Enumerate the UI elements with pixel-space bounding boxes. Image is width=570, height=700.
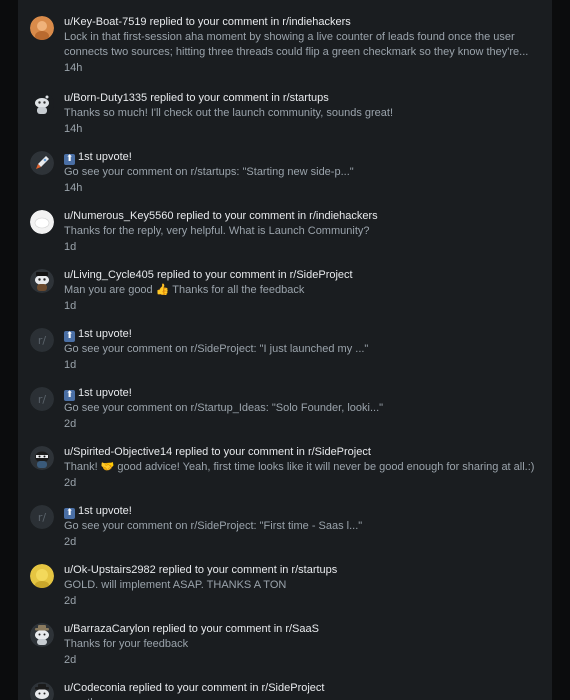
notification-item[interactable]: u/Living_Cycle405 replied to your commen…: [18, 259, 552, 317]
upvote-icon: ⬆: [64, 390, 75, 401]
subreddit-avatar-icon[interactable]: r/: [30, 387, 54, 411]
ninja-avatar-icon[interactable]: [30, 446, 54, 470]
notification-item[interactable]: u/Born-Duty1335 replied to your comment …: [18, 82, 552, 140]
orange-avatar-icon[interactable]: [30, 16, 54, 40]
upvote-icon: ⬆: [64, 154, 75, 165]
hat-snoo-avatar-icon[interactable]: [30, 623, 54, 647]
snoo-avatar-icon[interactable]: [30, 92, 54, 116]
notification-title[interactable]: ⬆ 1st upvote!: [64, 326, 542, 342]
subreddit-avatar-icon[interactable]: r/: [30, 328, 54, 352]
rocket-avatar-icon[interactable]: [30, 151, 54, 175]
notification-body: Lock in that first-session aha moment by…: [64, 31, 529, 58]
svg-text:r/: r/: [38, 334, 47, 347]
notification-time: 2d: [64, 477, 77, 489]
notification-title[interactable]: ⬆ 1st upvote!: [64, 385, 542, 401]
notification-title[interactable]: ⬆ 1st upvote!: [64, 503, 542, 519]
notification-title[interactable]: u/BarrazaCarylon replied to your comment…: [64, 621, 542, 637]
notification-body: Thank! 🤝 good advice! Yeah, first time l…: [64, 461, 535, 473]
notification-title[interactable]: u/Living_Cycle405 replied to your commen…: [64, 267, 542, 283]
notification-time: 14h: [64, 62, 83, 74]
notification-item[interactable]: r/ ⬆ 1st upvote! Go see your comment on r…: [18, 377, 552, 435]
notification-time: 1d: [64, 359, 77, 371]
yellow-avatar-icon[interactable]: [30, 564, 54, 588]
app-window: u/Key-Boat-7519 replied to your comment …: [0, 0, 570, 700]
notification-title-text: 1st upvote!: [78, 505, 132, 517]
notification-item[interactable]: r/ ⬆ 1st upvote! Go see your comment on r…: [18, 495, 552, 553]
notification-body: Go see your comment on r/Startup_Ideas: …: [64, 402, 384, 414]
notification-title-text: 1st upvote!: [78, 151, 132, 163]
notification-title[interactable]: u/Key-Boat-7519 replied to your comment …: [64, 14, 542, 30]
notification-time: 1d: [64, 241, 77, 253]
notifications-panel[interactable]: u/Key-Boat-7519 replied to your comment …: [18, 0, 552, 700]
notification-item[interactable]: u/Codeconia replied to your comment in r…: [18, 672, 552, 700]
notification-body: Man you are good 👍 Thanks for all the fe…: [64, 284, 305, 296]
notification-title[interactable]: u/Numerous_Key5560 replied to your comme…: [64, 208, 542, 224]
notification-time: 2d: [64, 595, 77, 607]
upvote-icon: ⬆: [64, 331, 75, 342]
notification-time: 2d: [64, 536, 77, 548]
notification-title[interactable]: ⬆ 1st upvote!: [64, 149, 542, 165]
subreddit-avatar-icon[interactable]: r/: [30, 505, 54, 529]
notification-title-text: 1st upvote!: [78, 328, 132, 340]
notification-body: Thanks for the reply, very helpful. What…: [64, 225, 370, 237]
svg-text:r/: r/: [38, 511, 47, 524]
notification-body: Thanks for your feedback: [64, 638, 189, 650]
notification-title[interactable]: u/Codeconia replied to your comment in r…: [64, 680, 542, 696]
notification-time: 2d: [64, 654, 77, 666]
notification-item[interactable]: u/Spirited-Objective14 replied to your c…: [18, 436, 552, 494]
notification-item[interactable]: u/BarrazaCarylon replied to your comment…: [18, 613, 552, 671]
notification-time: 1d: [64, 300, 77, 312]
notification-item[interactable]: u/Numerous_Key5560 replied to your comme…: [18, 200, 552, 258]
notification-item[interactable]: u/Ok-Upstairs2982 replied to your commen…: [18, 554, 552, 612]
notification-body: Go see your comment on r/SideProject: "F…: [64, 520, 363, 532]
notification-body: Go see your comment on r/startups: "Star…: [64, 166, 354, 178]
upvote-icon: ⬆: [64, 508, 75, 519]
notification-time: 14h: [64, 182, 83, 194]
notification-item[interactable]: r/ ⬆ 1st upvote! Go see your comment on r…: [18, 318, 552, 376]
notification-item[interactable]: u/Key-Boat-7519 replied to your comment …: [18, 6, 552, 74]
notification-title[interactable]: u/Ok-Upstairs2982 replied to your commen…: [64, 562, 542, 578]
notification-title[interactable]: u/Spirited-Objective14 replied to your c…: [64, 444, 542, 460]
notification-body: Go see your comment on r/SideProject: "I…: [64, 343, 369, 355]
notification-title[interactable]: u/Born-Duty1335 replied to your comment …: [64, 90, 542, 106]
notification-body: GOLD. will implement ASAP. THANKS A TON: [64, 579, 287, 591]
notification-body: Thanks so much! I'll check out the launc…: [64, 107, 394, 119]
notification-time: 2d: [64, 418, 77, 430]
notification-body: exactly: [64, 696, 542, 700]
svg-text:r/: r/: [38, 393, 47, 406]
snoo-dark-avatar-icon[interactable]: [30, 269, 54, 293]
notification-title-text: 1st upvote!: [78, 387, 132, 399]
notification-time: 14h: [64, 123, 83, 135]
white-avatar-icon[interactable]: [30, 210, 54, 234]
notification-item[interactable]: ⬆ 1st upvote! Go see your comment on r/st…: [18, 141, 552, 199]
hat-dark-avatar-icon[interactable]: [30, 682, 54, 700]
